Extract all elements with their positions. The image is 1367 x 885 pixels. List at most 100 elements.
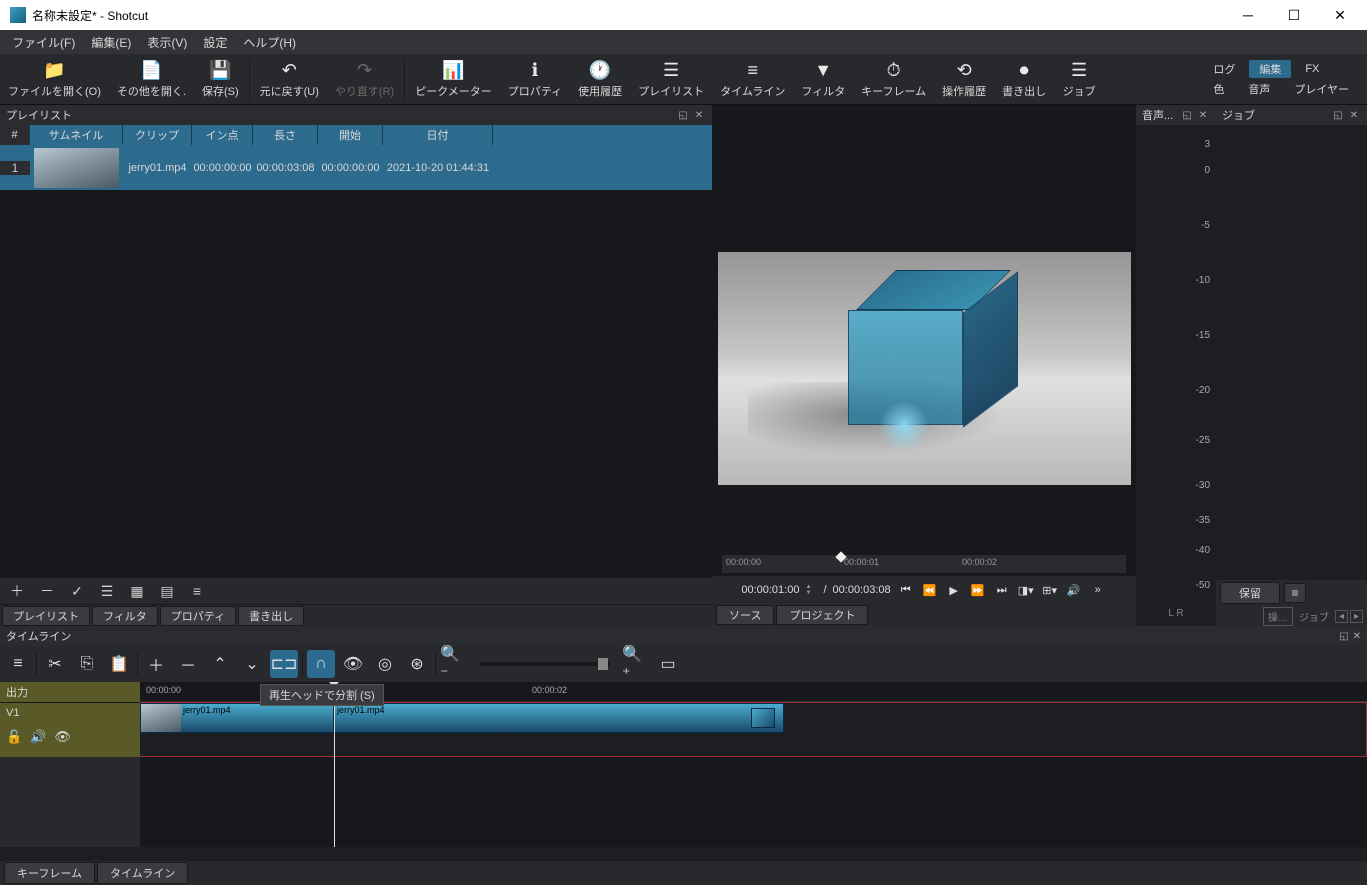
- lift-button[interactable]: ⌃: [206, 650, 234, 678]
- keyframes-button[interactable]: ⏱キーフレーム: [853, 55, 934, 103]
- menu-button[interactable]: ≡: [4, 650, 32, 678]
- zoom-slider[interactable]: [480, 662, 610, 666]
- overwrite-button[interactable]: ⌄: [238, 650, 266, 678]
- open-other-button[interactable]: 📄その他を開く.: [109, 55, 194, 103]
- zoom-out-button[interactable]: 🔍⁻: [440, 650, 468, 678]
- col-thumb[interactable]: サムネイル: [30, 125, 123, 145]
- filters-button[interactable]: ▼フィルタ: [793, 55, 853, 103]
- tab-source[interactable]: ソース: [716, 605, 774, 625]
- master-track[interactable]: 出力: [0, 682, 140, 702]
- add-button[interactable]: ＋: [4, 580, 30, 602]
- playlist-button[interactable]: ☰プレイリスト: [630, 55, 712, 103]
- mute-icon[interactable]: 🔊: [30, 729, 46, 745]
- menu-button[interactable]: ≡: [184, 580, 210, 602]
- col-clip[interactable]: クリップ: [123, 125, 192, 145]
- close-panel-icon[interactable]: ✕: [692, 108, 706, 122]
- timeline-clip[interactable]: jerry01.mp4: [334, 703, 784, 733]
- save-button[interactable]: 💾保存(S): [194, 55, 247, 103]
- jobs-button[interactable]: ☰ジョブ: [1054, 55, 1104, 103]
- menu-help[interactable]: ヘルプ(H): [235, 32, 304, 53]
- tab-timeline[interactable]: タイムライン: [97, 862, 188, 884]
- close-panel-icon[interactable]: ✕: [1353, 631, 1361, 642]
- append-button[interactable]: ＋: [142, 650, 170, 678]
- timeline-tracks[interactable]: 00:00:00 00:00:02 jerry01.mp4 jerry01.mp…: [140, 682, 1367, 847]
- grid-button[interactable]: ⊞▾: [1041, 581, 1059, 599]
- menu-view[interactable]: 表示(V): [139, 32, 195, 53]
- maximize-button[interactable]: ☐: [1271, 0, 1317, 30]
- undo-button[interactable]: ↶元に戻す(U): [252, 55, 327, 103]
- menu-settings[interactable]: 設定: [195, 32, 235, 53]
- timecode-spinner[interactable]: ▲▼: [805, 584, 817, 596]
- more-button[interactable]: »: [1089, 581, 1107, 599]
- minimize-button[interactable]: ─: [1225, 0, 1271, 30]
- undock-icon[interactable]: ◱: [1339, 631, 1348, 642]
- col-date[interactable]: 日付: [383, 125, 493, 145]
- zoom-handle[interactable]: [598, 658, 608, 670]
- arrow-left-icon[interactable]: ◂: [1335, 610, 1348, 623]
- ripple-all-button[interactable]: ⊛: [403, 650, 431, 678]
- peak-meter-button[interactable]: 📊ピークメーター: [407, 55, 500, 103]
- snap-button[interactable]: ∩: [307, 650, 335, 678]
- paste-button[interactable]: 📋: [105, 650, 133, 678]
- tab-color[interactable]: 色: [1203, 80, 1234, 98]
- col-in[interactable]: イン点: [192, 125, 253, 145]
- tab-player[interactable]: プレイヤー: [1284, 80, 1359, 98]
- tab-project[interactable]: プロジェクト: [776, 605, 868, 625]
- close-panel-icon[interactable]: ✕: [1347, 108, 1361, 122]
- zoom-button[interactable]: ◨▾: [1017, 581, 1035, 599]
- zoom-in-button[interactable]: 🔍⁺: [622, 650, 650, 678]
- subtab-export[interactable]: 書き出し: [238, 606, 304, 626]
- export-button[interactable]: ⏺書き出し: [994, 55, 1054, 103]
- timeline-clip[interactable]: jerry01.mp4: [140, 703, 334, 733]
- scrub-bar[interactable]: 00:00:00 00:00:01 00:00:02: [722, 555, 1126, 573]
- timeline-track[interactable]: jerry01.mp4 jerry01.mp4: [140, 702, 1367, 757]
- history-button[interactable]: ⟲操作履歴: [934, 55, 994, 103]
- preview-canvas[interactable]: [712, 105, 1136, 552]
- fast-fwd-button[interactable]: ⏩: [969, 581, 987, 599]
- tab-keyframes[interactable]: キーフレーム: [4, 862, 95, 884]
- zoom-fit-button[interactable]: ▭: [654, 650, 682, 678]
- cut-button[interactable]: ✂: [41, 650, 69, 678]
- tab-fx[interactable]: FX: [1295, 62, 1329, 76]
- playhead[interactable]: [334, 682, 335, 847]
- col-len[interactable]: 長さ: [253, 125, 318, 145]
- detail-view-button[interactable]: ▤: [154, 580, 180, 602]
- undock-icon[interactable]: ◱: [1331, 108, 1345, 122]
- menu-edit[interactable]: 編集(E): [83, 32, 139, 53]
- volume-button[interactable]: 🔊: [1065, 581, 1083, 599]
- remove-button[interactable]: －: [34, 580, 60, 602]
- ripple-button[interactable]: ◎: [371, 650, 399, 678]
- tab-edit[interactable]: 編集: [1249, 60, 1291, 78]
- copy-button[interactable]: ⎘: [73, 650, 101, 678]
- open-file-button[interactable]: 📁ファイルを開く(O): [0, 55, 109, 103]
- close-panel-icon[interactable]: ✕: [1196, 108, 1210, 122]
- track-v1[interactable]: V1 🔓 🔊 👁: [0, 702, 140, 757]
- remove-button[interactable]: －: [174, 650, 202, 678]
- undock-icon[interactable]: ◱: [1180, 108, 1194, 122]
- scrub-button[interactable]: 👁: [339, 650, 367, 678]
- jobs-menu-button[interactable]: ≡: [1284, 583, 1306, 603]
- play-button[interactable]: ▶: [945, 581, 963, 599]
- playlist-row[interactable]: 1 jerry01.mp4 00:00:00:00 00:00:03:08 00…: [0, 145, 712, 190]
- tab-log[interactable]: ログ: [1203, 60, 1245, 78]
- recent-button[interactable]: 🕐使用履歴: [570, 55, 630, 103]
- skip-next-button[interactable]: ⏭: [993, 581, 1011, 599]
- properties-button[interactable]: ℹプロパティ: [500, 55, 570, 103]
- check-button[interactable]: ✓: [64, 580, 90, 602]
- timeline-button[interactable]: ≡タイムライン: [712, 55, 793, 103]
- subtab-filters[interactable]: フィルタ: [92, 606, 158, 626]
- preview-scrub[interactable]: 00:00:00 00:00:01 00:00:02: [712, 552, 1136, 576]
- grid-view-button[interactable]: ▦: [124, 580, 150, 602]
- jobs-ops[interactable]: 操…: [1263, 607, 1293, 626]
- subtab-playlist[interactable]: プレイリスト: [2, 606, 90, 626]
- rewind-button[interactable]: ⏪: [921, 581, 939, 599]
- arrow-right-icon[interactable]: ▸: [1350, 610, 1363, 623]
- jobs-label[interactable]: ジョブ: [1299, 609, 1329, 624]
- undock-icon[interactable]: ◱: [676, 108, 690, 122]
- tab-audio[interactable]: 音声: [1238, 80, 1280, 98]
- col-num[interactable]: #: [0, 125, 30, 145]
- list-view-button[interactable]: ☰: [94, 580, 120, 602]
- menu-file[interactable]: ファイル(F): [4, 32, 83, 53]
- jobs-hold-button[interactable]: 保留: [1220, 582, 1280, 604]
- timecode-in[interactable]: 00:00:01:00: [741, 584, 799, 596]
